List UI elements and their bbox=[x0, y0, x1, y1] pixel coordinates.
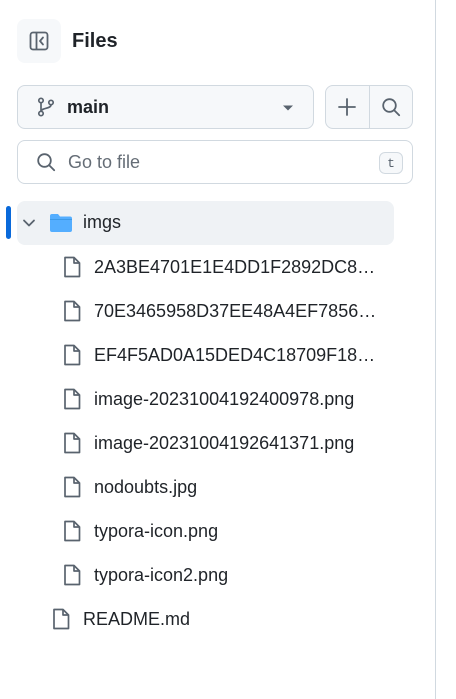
tree-folder-imgs[interactable]: imgs bbox=[17, 201, 394, 245]
file-label: README.md bbox=[83, 609, 191, 629]
tree-file-row[interactable]: image-20231004192641371.png bbox=[62, 421, 392, 465]
sidebar-collapse-icon bbox=[29, 31, 49, 51]
branch-selector[interactable]: main bbox=[17, 85, 314, 129]
tree-file-row[interactable]: nodoubts.jpg bbox=[62, 465, 392, 509]
go-to-file-input[interactable] bbox=[66, 150, 370, 174]
file-icon bbox=[64, 432, 81, 454]
branch-name: main bbox=[67, 96, 110, 117]
folder-open-icon bbox=[50, 214, 72, 232]
file-label: image-20231004192400978.png bbox=[94, 389, 355, 409]
tree-file-row[interactable]: image-20231004192400978.png bbox=[62, 377, 392, 421]
go-to-file-search: t bbox=[17, 140, 413, 184]
search-icon bbox=[382, 98, 400, 117]
active-item-indicator bbox=[6, 206, 11, 239]
file-icon bbox=[64, 388, 81, 410]
file-icon bbox=[64, 300, 81, 322]
collapse-sidebar-button[interactable] bbox=[17, 19, 61, 63]
keyboard-shortcut-hint: t bbox=[379, 152, 403, 174]
file-label: typora-icon2.png bbox=[94, 565, 229, 585]
git-branch-icon bbox=[37, 97, 55, 117]
plus-icon bbox=[338, 98, 357, 116]
tree-file-row[interactable]: EF4F5AD0A15DED4C18709F183… bbox=[62, 333, 392, 377]
search-code-button[interactable] bbox=[368, 86, 413, 128]
file-icon bbox=[64, 256, 81, 278]
file-icon bbox=[64, 564, 81, 586]
file-label: image-20231004192641371.png bbox=[94, 433, 355, 453]
tree-file-row[interactable]: 70E3465958D37EE48A4EF7856D… bbox=[62, 289, 392, 333]
file-label: 2A3BE4701E1E4DD1F2892DC8F… bbox=[94, 257, 384, 277]
folder-label: imgs bbox=[83, 212, 122, 232]
file-icon bbox=[64, 344, 81, 366]
file-icon bbox=[64, 476, 81, 498]
file-label: EF4F5AD0A15DED4C18709F183… bbox=[94, 345, 384, 365]
file-icon bbox=[53, 608, 70, 630]
chevron-down-icon[interactable] bbox=[21, 215, 37, 231]
file-icon bbox=[64, 520, 81, 542]
file-label: 70E3465958D37EE48A4EF7856D… bbox=[94, 301, 384, 321]
tree-file-row[interactable]: README.md bbox=[51, 597, 391, 641]
file-label: typora-icon.png bbox=[94, 521, 219, 541]
search-icon bbox=[37, 153, 56, 172]
file-label: nodoubts.jpg bbox=[94, 477, 198, 497]
add-file-button[interactable] bbox=[326, 86, 369, 128]
panel-divider bbox=[435, 0, 436, 699]
tree-actions bbox=[325, 85, 413, 129]
caret-down-icon bbox=[283, 105, 293, 111]
tree-file-row[interactable]: typora-icon.png bbox=[62, 509, 392, 553]
tree-file-row[interactable]: typora-icon2.png bbox=[62, 553, 392, 597]
tree-file-row[interactable]: 2A3BE4701E1E4DD1F2892DC8F… bbox=[62, 245, 392, 289]
files-header: Files bbox=[17, 19, 118, 63]
page-title: Files bbox=[72, 29, 118, 52]
